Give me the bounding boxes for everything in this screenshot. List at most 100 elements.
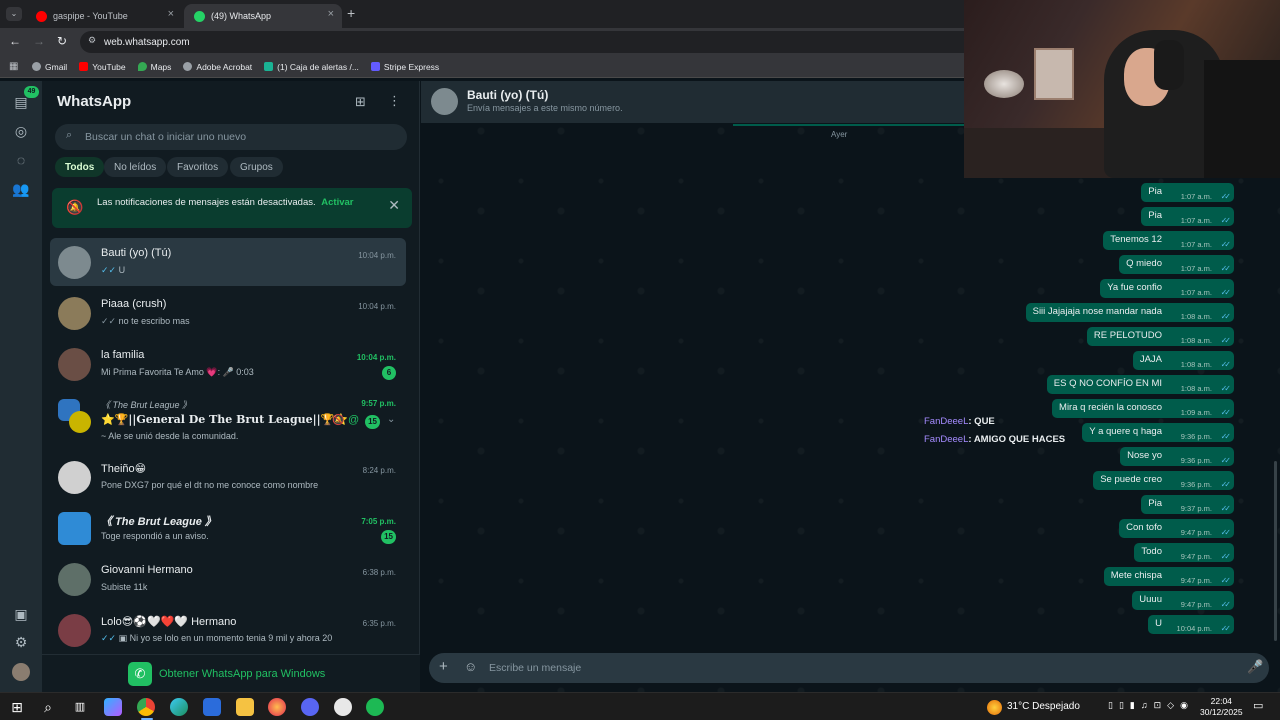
message-bubble[interactable]: Con tofo 9:47 p.m. ✓✓ [1119, 519, 1234, 538]
channels-icon[interactable]: ◌ [12, 151, 30, 169]
weather-text[interactable]: 31°C Despejado [1007, 701, 1080, 712]
communities-icon[interactable]: 👥 [12, 180, 30, 198]
filter-unread[interactable]: No leídos [104, 157, 167, 177]
message-bubble[interactable]: Y a quere q haga 9:36 p.m. ✓✓ [1082, 423, 1234, 442]
browser-tab-bar: ⌄ gaspipe - YouTube × (49) WhatsApp × + [0, 0, 964, 28]
notifications-icon[interactable]: ▭ [1253, 699, 1263, 712]
chat-row[interactable]: Theiño😁 Pone DXG7 por qué el dt no me co… [50, 453, 406, 501]
menu-icon[interactable]: ⋮ [388, 93, 401, 109]
filter-groups[interactable]: Grupos [230, 157, 283, 177]
message-bubble[interactable]: Pia 1:07 a.m. ✓✓ [1141, 183, 1234, 202]
filter-favorites[interactable]: Favoritos [167, 157, 229, 177]
get-app-link[interactable]: Obtener WhatsApp para Windows [159, 668, 325, 680]
message-bubble[interactable]: Uuuu 9:47 p.m. ✓✓ [1132, 591, 1234, 610]
tray-icons[interactable]: ▯▯▮♫⊡◇◉ [1108, 700, 1194, 711]
message-bubble[interactable]: Todo 9:47 p.m. ✓✓ [1134, 543, 1234, 562]
chat-row[interactable]: la familia Mi Prima Favorita Te Amo 💗: 🎤… [50, 340, 406, 388]
settings-icon[interactable]: ⚙ [12, 633, 30, 651]
tab-youtube[interactable]: gaspipe - YouTube × [26, 4, 182, 28]
windows-taskbar: ⊞ ⌕ ▥ 31°C Despejado ▯▯▮♫⊡◇◉ 22:04 30/12… [0, 692, 1280, 720]
message-bubble[interactable]: Se puede creo 9:36 p.m. ✓✓ [1093, 471, 1234, 490]
forward-icon[interactable]: → [33, 34, 45, 48]
image-icon: ▣ [118, 633, 128, 643]
store-icon[interactable] [203, 698, 221, 716]
chat-row[interactable]: Piaaa (crush) ✓✓ no te escribo mas 10:04… [50, 289, 406, 337]
date-separator: Ayer [831, 130, 848, 139]
bookmark-label: Stripe Express [383, 61, 440, 72]
search-input[interactable]: ⌕ Buscar un chat o iniciar uno nuevo [55, 124, 407, 150]
conversation-header[interactable]: Bauti (yo) (Tú) Envía mensajes a este mi… [421, 81, 964, 123]
message-bubble[interactable]: Tenemos 12 1:07 a.m. ✓✓ [1103, 231, 1234, 250]
chat-row[interactable]: 《 The Brut League 》 Toge respondió a un … [50, 504, 406, 552]
message-bubble[interactable]: Ya fue confio 1:07 a.m. ✓✓ [1100, 279, 1234, 298]
chat-row[interactable]: Bauti (yo) (Tú) ✓✓ U 10:04 p.m. [50, 238, 406, 286]
get-app-bar[interactable]: ✆ Obtener WhatsApp para Windows [42, 654, 420, 692]
message-bubble[interactable]: U 10:04 p.m. ✓✓ [1148, 615, 1234, 634]
chrome-icon[interactable] [137, 698, 155, 716]
reload-icon[interactable]: ↻ [57, 34, 67, 48]
url-field[interactable]: ⚙ web.whatsapp.com [80, 31, 964, 53]
chat-row[interactable]: Giovanni Hermano Subiste 11k 6:38 p.m. [50, 555, 406, 603]
message-bubble[interactable]: RE PELOTUDO 1:08 a.m. ✓✓ [1086, 327, 1234, 346]
microphone-icon[interactable]: 🎤 [1247, 659, 1263, 675]
scrollbar[interactable] [1274, 461, 1277, 641]
app-title: WhatsApp [57, 93, 132, 110]
message-bubble[interactable]: JAJA 1:08 a.m. ✓✓ [1132, 351, 1234, 370]
activate-link[interactable]: Activar [321, 197, 353, 208]
copilot-icon[interactable] [104, 698, 122, 716]
search-icon[interactable]: ⌕ [39, 698, 57, 716]
steam-icon[interactable] [334, 698, 352, 716]
chat-row[interactable]: 《 The Brut League 》 ⭐🏆||General De The B… [50, 391, 406, 447]
status-icon[interactable]: ◎ [12, 122, 30, 140]
windows-start-icon[interactable]: ⊞ [8, 698, 26, 716]
close-icon[interactable]: ✕ [388, 197, 400, 214]
bookmark-maps[interactable]: Maps [137, 62, 171, 72]
message-time: 1:08 a.m. [1180, 384, 1212, 393]
bookmark-stripe[interactable]: Stripe Express [370, 61, 440, 72]
message-bubble[interactable]: Pia 1:07 a.m. ✓✓ [1141, 207, 1234, 226]
sticker-icon[interactable]: ☺ [464, 659, 477, 674]
contact-avatar[interactable] [431, 88, 458, 115]
mention-icon: @ [348, 414, 360, 426]
discord-icon[interactable] [301, 698, 319, 716]
bookmark-gmail[interactable]: Gmail [32, 62, 67, 72]
avatar [58, 563, 91, 596]
tab-search-icon[interactable]: ⌄ [6, 7, 22, 21]
message-bubble[interactable]: Pia 9:37 p.m. ✓✓ [1141, 495, 1234, 514]
message-bubble[interactable]: Mete chispa 9:47 p.m. ✓✓ [1103, 567, 1234, 586]
bookmark-alerts[interactable]: (1) Caja de alertas /... [264, 62, 359, 72]
apps-icon[interactable]: ▦ [9, 61, 18, 72]
message-bubble[interactable]: Q miedo 1:07 a.m. ✓✓ [1119, 255, 1234, 274]
new-chat-icon[interactable]: ⊞ [355, 94, 366, 110]
chat-row[interactable]: Lolo😎⚽🤍❤️🤍 Hermano ✓✓ ▣ Ni yo se lolo en… [50, 606, 406, 654]
close-icon[interactable]: × [328, 8, 334, 20]
back-icon[interactable]: ← [9, 34, 21, 48]
media-icon[interactable]: ▣ [12, 605, 30, 623]
double-check-icon: ✓✓ [1220, 432, 1232, 441]
firefox-icon[interactable] [268, 698, 286, 716]
message-bubble[interactable]: ES Q NO CONFÍO EN MI 1:08 a.m. ✓✓ [1046, 375, 1234, 394]
bookmark-adobe[interactable]: Adobe Acrobat [183, 62, 252, 72]
message-input[interactable]: Escribe un mensaje [489, 662, 581, 674]
profile-avatar[interactable] [12, 663, 30, 681]
clock[interactable]: 22:04 30/12/2025 [1200, 696, 1243, 718]
attach-plus-icon[interactable]: + [439, 658, 448, 675]
chevron-down-icon[interactable]: ⌄ [387, 414, 395, 425]
task-view-icon[interactable]: ▥ [71, 698, 89, 716]
file-explorer-icon[interactable] [236, 698, 254, 716]
message-bubble[interactable]: Nose yo 9:36 p.m. ✓✓ [1120, 447, 1234, 466]
tab-whatsapp[interactable]: (49) WhatsApp × [184, 4, 342, 28]
spotify-icon[interactable] [366, 698, 384, 716]
url-text: web.whatsapp.com [104, 36, 190, 48]
chat-name: Giovanni Hermano [101, 564, 193, 576]
message-time: 9:47 p.m. [1180, 576, 1212, 585]
avatar [58, 614, 91, 647]
edge-icon[interactable] [170, 698, 188, 716]
close-icon[interactable]: × [168, 8, 174, 20]
message-bubble[interactable]: Siii Jajajaja nose mandar nada 1:08 a.m. ✓… [1025, 303, 1234, 322]
message-bubble[interactable]: Mira q recién la conosco 1:09 a.m. ✓✓ [1052, 399, 1234, 418]
filter-all[interactable]: Todos [55, 157, 105, 177]
bookmark-youtube[interactable]: YouTube [79, 62, 126, 72]
site-info-icon[interactable]: ⚙ [88, 35, 96, 46]
new-tab-button[interactable]: + [347, 5, 355, 21]
